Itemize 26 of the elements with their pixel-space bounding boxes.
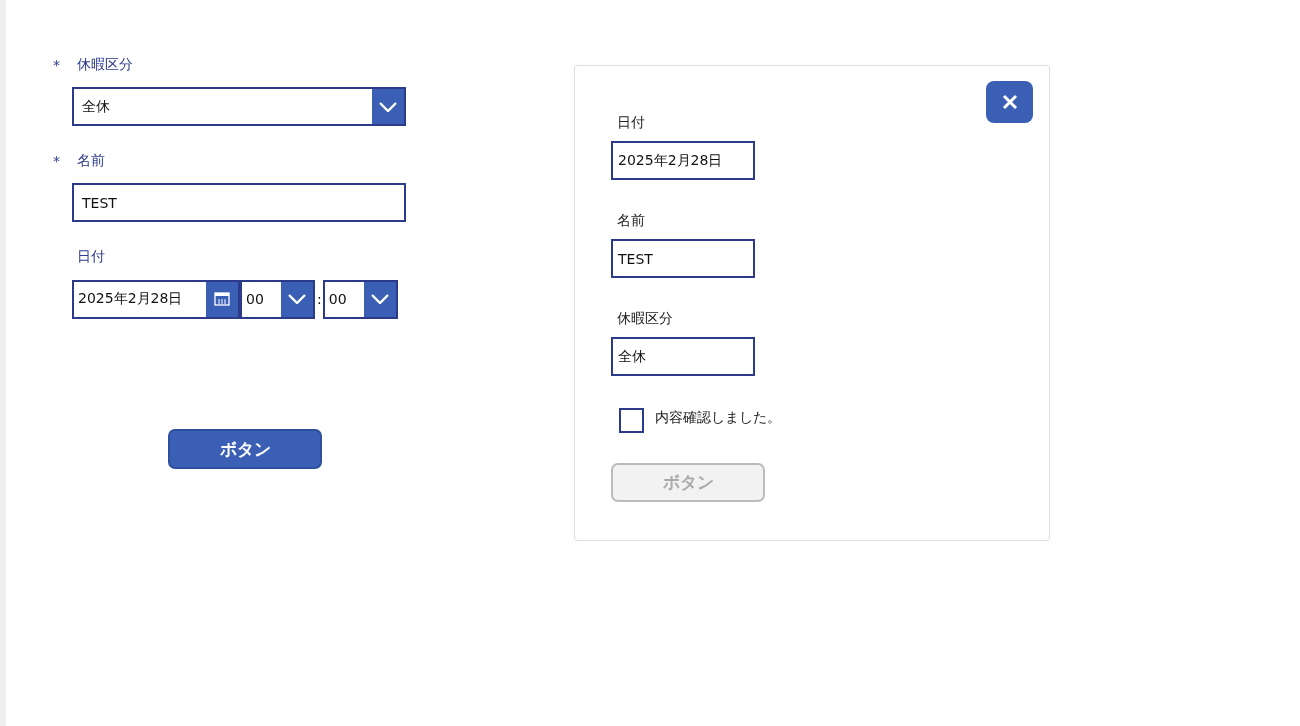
minute-dropdown[interactable]: 00 [322, 279, 398, 319]
required-marker: * [53, 57, 60, 73]
checkbox-label: 内容確認しました。 [655, 408, 781, 427]
text-input[interactable]: 2025年2月28日 [611, 141, 755, 180]
field-label: 休暇区分 [617, 309, 673, 328]
text-input[interactable]: TEST [611, 239, 755, 278]
calendar-icon [214, 292, 230, 306]
time-separator: : [317, 291, 322, 307]
hour-dropdown[interactable]: 00 [240, 279, 315, 319]
chevron-down-icon [370, 294, 389, 304]
close-button[interactable] [986, 81, 1033, 123]
field-label: 休暇区分 [77, 56, 133, 74]
close-icon [1001, 94, 1018, 110]
chevron-down-icon [379, 101, 397, 112]
chevron-down-icon [288, 294, 306, 304]
field-label: 名前 [617, 211, 645, 230]
checkbox[interactable] [619, 408, 644, 433]
required-marker: * [53, 153, 60, 169]
text-input[interactable]: 全休 [611, 337, 755, 376]
field-label: 日付 [77, 248, 105, 266]
submit-button[interactable]: ボタン [168, 429, 322, 469]
dropdown[interactable]: 全休 [72, 87, 406, 126]
field-label: 日付 [617, 113, 645, 132]
date-picker[interactable]: 2025年2月28日 [72, 279, 240, 319]
field-label: 名前 [77, 152, 105, 170]
text-input[interactable]: TEST [72, 183, 406, 222]
